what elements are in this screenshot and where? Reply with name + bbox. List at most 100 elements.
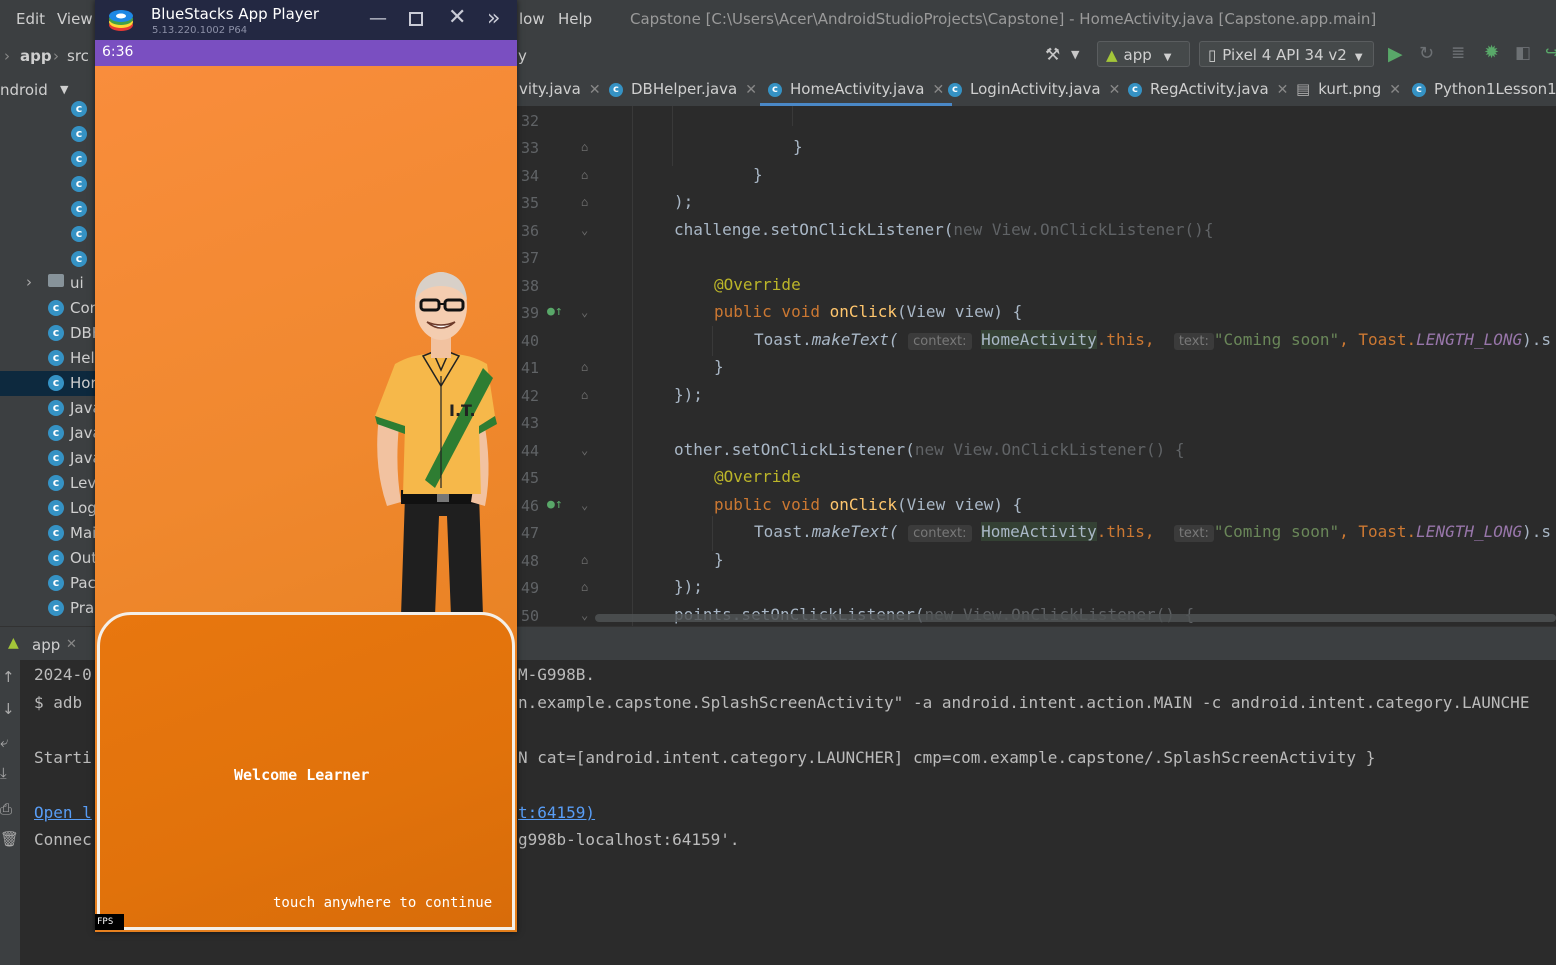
tree-item-class[interactable]: c DBH	[0, 321, 95, 346]
breadcrumb-partial[interactable]: y	[518, 47, 527, 65]
class-icon[interactable]: c	[71, 101, 87, 117]
console-link[interactable]: t:64159)	[518, 803, 595, 822]
tree-item-class[interactable]: c Java	[0, 421, 95, 446]
up-arrow-icon[interactable]: ↑	[2, 668, 15, 686]
tree-item-class[interactable]: c Mai	[0, 521, 95, 546]
chevron-down-icon[interactable]: ▼	[1071, 48, 1079, 61]
line-number: 41	[520, 359, 539, 377]
attach-debugger-icon[interactable]: ◧	[1515, 43, 1531, 63]
ide-window-title: Capstone [C:\Users\Acer\AndroidStudioPro…	[630, 10, 1377, 28]
app-splash-screen[interactable]: I.T. Welcome Learner touch anywhere to c…	[95, 66, 517, 932]
tab-regactivity[interactable]: c RegActivity.java ✕	[1128, 72, 1288, 106]
line-number: 38	[520, 277, 539, 295]
class-icon[interactable]: c	[71, 126, 87, 142]
override-marker-icon[interactable]: ●↑	[547, 304, 563, 319]
code-line-40: Toast.makeText( context: HomeActivity.th…	[754, 330, 1552, 350]
print-icon[interactable]: ⎙	[0, 800, 12, 818]
run-tab-app[interactable]: app	[32, 636, 60, 654]
expand-sidebar-icon[interactable]: »	[487, 6, 500, 31]
tab-homeactivity[interactable]: c HomeActivity.java ✕	[760, 72, 953, 106]
tab-loginactivity[interactable]: c LoginActivity.java ✕	[948, 72, 1120, 106]
sync-icon[interactable]: ↪	[1545, 43, 1556, 63]
line-number: 34	[520, 167, 539, 185]
close-icon[interactable]: ✕	[745, 82, 757, 98]
fold-icon[interactable]: ⌂	[581, 553, 588, 567]
close-icon[interactable]: ✕	[448, 5, 466, 30]
tree-item-class[interactable]: c Java	[0, 446, 95, 471]
tree-item-class[interactable]: c Out	[0, 546, 95, 571]
build-hammer-icon[interactable]: ⚒	[1045, 45, 1060, 65]
parameter-hint: context:	[908, 525, 972, 542]
fold-icon[interactable]: ⌂	[581, 140, 588, 154]
fold-icon[interactable]: ⌂	[581, 168, 588, 182]
override-marker-icon[interactable]: ●↑	[547, 497, 563, 512]
line-number: 37	[520, 249, 539, 267]
fold-icon[interactable]: ⌂	[581, 360, 588, 374]
class-icon[interactable]: c	[71, 226, 87, 242]
device-selector[interactable]: ▯ Pixel 4 API 34 v2 ▼	[1199, 41, 1374, 67]
fold-icon[interactable]: ⌄	[581, 305, 588, 319]
close-icon[interactable]: ✕	[66, 637, 77, 652]
debug-icon[interactable]: ✹	[1484, 42, 1499, 63]
tree-item-label: Leve	[70, 474, 95, 492]
bluestacks-window[interactable]: BlueStacks App Player 5.13.220.1002 P64 …	[95, 0, 517, 932]
close-icon[interactable]: ✕	[932, 82, 944, 98]
fold-icon[interactable]: ⌂	[581, 388, 588, 402]
apply-changes-icon[interactable]: ↻	[1419, 43, 1434, 64]
tree-item-class[interactable]: c Pac	[0, 571, 95, 596]
run-config-selector[interactable]: ▲ app ▼	[1097, 41, 1190, 67]
chevron-down-icon[interactable]: ▼	[60, 83, 68, 96]
class-icon[interactable]: c	[71, 176, 87, 192]
fold-icon[interactable]: ⌂	[581, 195, 588, 209]
tree-item-class[interactable]: c Prac	[0, 596, 95, 621]
fold-icon[interactable]: ⌄	[581, 443, 588, 457]
breadcrumb-app[interactable]: app	[20, 47, 52, 65]
tab-kurt-png[interactable]: ▤ kurt.png ✕	[1296, 72, 1401, 106]
tab-python1lesson1[interactable]: c Python1Lesson1.ja	[1412, 72, 1556, 106]
soft-wrap-icon[interactable]: ⤶	[0, 733, 8, 751]
minimize-icon[interactable]: —	[369, 8, 387, 29]
tree-item-ui[interactable]: › ui	[0, 271, 95, 296]
down-arrow-icon[interactable]: ↓	[2, 700, 15, 718]
menu-view[interactable]: View	[57, 10, 93, 28]
fold-icon[interactable]: ⌄	[581, 223, 588, 237]
tree-item-class-selected[interactable]: c Hor	[0, 371, 95, 396]
fold-icon[interactable]: ⌄	[581, 498, 588, 512]
close-icon[interactable]: ✕	[1389, 82, 1401, 98]
chevron-right-icon[interactable]: ›	[26, 273, 32, 291]
console-link[interactable]: Open l	[34, 803, 92, 822]
code-editor[interactable]: 32 33 34 35 36 37 38 39 40 41 42 43 44 4…	[517, 106, 1556, 626]
welcome-card[interactable]: Welcome Learner touch anywhere to contin…	[97, 612, 515, 930]
tab-main-activity[interactable]: vity.java ✕	[519, 72, 601, 106]
tree-item-class[interactable]: c Log	[0, 496, 95, 521]
class-icon[interactable]: c	[71, 151, 87, 167]
class-icon[interactable]: c	[71, 201, 87, 217]
menu-help[interactable]: Help	[558, 10, 592, 28]
horizontal-scrollbar[interactable]	[595, 614, 1556, 622]
close-icon[interactable]: ✕	[1109, 82, 1121, 98]
breadcrumb-src[interactable]: src	[67, 47, 89, 65]
line-number: 43	[520, 414, 539, 432]
menu-window[interactable]: low	[519, 10, 545, 28]
tree-item-class[interactable]: c Cor	[0, 296, 95, 321]
tree-item-class[interactable]: c Hel	[0, 346, 95, 371]
tab-dbhelper[interactable]: c DBHelper.java ✕	[609, 72, 757, 106]
bluestacks-title-bar[interactable]: BlueStacks App Player 5.13.220.1002 P64 …	[95, 0, 517, 40]
trash-icon[interactable]: 🗑	[0, 830, 19, 848]
tree-item-class[interactable]: c Java	[0, 396, 95, 421]
close-icon[interactable]: ✕	[589, 82, 601, 98]
profiler-icon[interactable]: ≣	[1451, 43, 1465, 63]
project-view-selector[interactable]: ndroid	[0, 81, 48, 99]
fold-icon[interactable]: ⌂	[581, 580, 588, 594]
tree-item-label: Hor	[70, 374, 95, 392]
class-icon[interactable]: c	[71, 251, 87, 267]
maximize-icon[interactable]	[409, 12, 423, 26]
fold-icon[interactable]: ⌄	[581, 608, 588, 622]
run-icon[interactable]: ▶	[1388, 43, 1403, 65]
tab-label: kurt.png	[1318, 80, 1382, 98]
line-number: 35	[520, 194, 539, 212]
close-icon[interactable]: ✕	[1277, 82, 1289, 98]
scroll-to-end-icon[interactable]: ⤓	[0, 764, 7, 782]
menu-edit[interactable]: Edit	[16, 10, 45, 28]
tree-item-class[interactable]: c Leve	[0, 471, 95, 496]
